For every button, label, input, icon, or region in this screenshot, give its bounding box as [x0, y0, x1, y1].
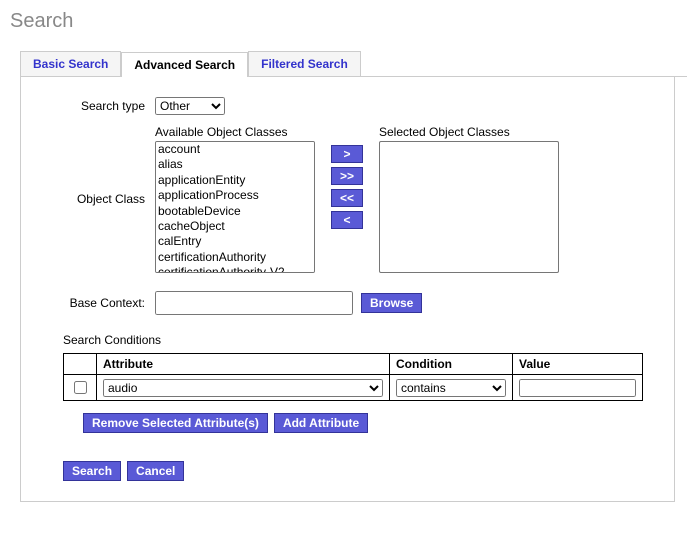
selected-classes-header: Selected Object Classes	[379, 125, 559, 139]
remove-button[interactable]: <	[331, 211, 363, 229]
available-classes-list[interactable]: account alias applicationEntity applicat…	[155, 141, 315, 273]
header-attribute: Attribute	[97, 354, 390, 375]
remove-all-button[interactable]: <<	[331, 189, 363, 207]
cancel-button[interactable]: Cancel	[127, 461, 184, 481]
header-value: Value	[513, 354, 643, 375]
search-type-label: Search type	[35, 99, 155, 113]
tab-bar: Basic Search Advanced Search Filtered Se…	[20, 51, 687, 77]
available-classes-header: Available Object Classes	[155, 125, 315, 139]
table-header-row: Attribute Condition Value	[64, 354, 643, 375]
add-button[interactable]: >	[331, 145, 363, 163]
add-all-button[interactable]: >>	[331, 167, 363, 185]
row-checkbox[interactable]	[74, 381, 87, 394]
tab-basic-search[interactable]: Basic Search	[20, 51, 121, 76]
search-type-select[interactable]: Other	[155, 97, 225, 115]
header-condition: Condition	[390, 354, 513, 375]
value-input[interactable]	[519, 379, 636, 397]
base-context-label: Base Context:	[35, 296, 155, 310]
selected-classes-list[interactable]	[379, 141, 559, 273]
add-attribute-button[interactable]: Add Attribute	[274, 413, 368, 433]
search-button[interactable]: Search	[63, 461, 121, 481]
conditions-table: Attribute Condition Value audio contains	[63, 353, 643, 401]
attribute-select[interactable]: audio	[103, 379, 383, 397]
tab-filtered-search[interactable]: Filtered Search	[248, 51, 361, 76]
tab-advanced-search[interactable]: Advanced Search	[121, 52, 248, 77]
table-row: audio contains	[64, 375, 643, 401]
browse-button[interactable]: Browse	[361, 293, 422, 313]
page-title: Search	[10, 10, 687, 33]
search-conditions-label: Search Conditions	[63, 333, 660, 347]
base-context-input[interactable]	[155, 291, 353, 315]
object-class-label: Object Class	[35, 192, 155, 206]
condition-select[interactable]: contains	[396, 379, 506, 397]
remove-attribute-button[interactable]: Remove Selected Attribute(s)	[83, 413, 268, 433]
advanced-search-panel: Search type Other Object Class Available…	[20, 77, 675, 502]
